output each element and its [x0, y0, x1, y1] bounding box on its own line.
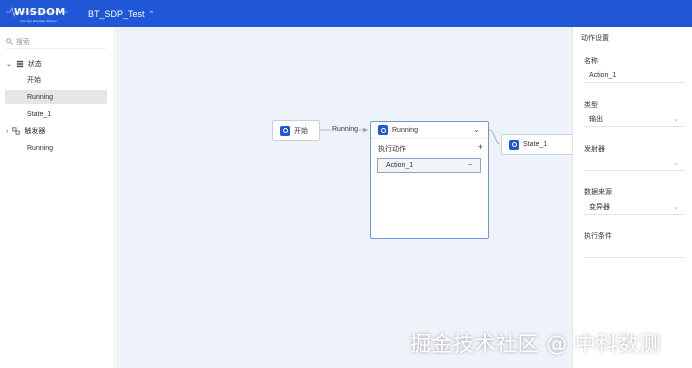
node-state1[interactable]: State_1 — [501, 134, 573, 155]
name-field[interactable]: Action_1 — [584, 68, 685, 83]
type-value: 输出 — [589, 116, 603, 123]
sender-select[interactable]: ⌄ — [584, 156, 685, 171]
node-running-icon — [378, 125, 388, 135]
actions-header: 执行动作 + — [378, 143, 483, 154]
chevron-down-icon: ⌄ — [673, 116, 679, 123]
edge-arrow — [363, 127, 368, 133]
action-item-label: Action_1 — [386, 162, 414, 169]
chevron-down-icon: ⌄ — [673, 160, 679, 167]
datasource-select[interactable]: 变异器 ⌄ — [584, 200, 685, 215]
edge-label[interactable]: Running — [331, 126, 360, 133]
node-start-icon — [280, 125, 290, 136]
action-item[interactable]: Action_1 − — [377, 158, 481, 173]
name-value: Action_1 — [589, 71, 617, 79]
datasource-label: 数据来源 — [584, 189, 612, 196]
node-label: Running — [392, 126, 419, 134]
remove-action-icon[interactable]: − — [468, 162, 472, 169]
type-select[interactable]: 输出 ⌄ — [584, 112, 685, 127]
node-running-header[interactable]: Running ⌄ — [371, 122, 488, 139]
add-action-icon[interactable]: + — [478, 143, 483, 154]
node-state1-icon — [509, 139, 519, 150]
watermark-text: 掘金技术社区 @ 中科数测 — [410, 332, 661, 356]
datasource-value: 变异器 — [589, 204, 610, 211]
condition-label: 执行条件 — [584, 233, 612, 240]
node-running[interactable]: Running ⌄ 执行动作 + Action_1 − — [370, 121, 489, 239]
panel-title: 动作设置 — [581, 35, 609, 42]
edge-running-state1 — [488, 129, 501, 145]
condition-field[interactable] — [584, 243, 685, 258]
action-settings-panel: 动作设置 名称 Action_1 类型 输出 ⌄ 发射器 ⌄ 数据来源 变异器 … — [572, 27, 692, 368]
node-label: State_1 — [523, 141, 548, 148]
sender-label: 发射器 — [584, 146, 605, 153]
type-label: 类型 — [584, 102, 598, 109]
node-start[interactable]: 开始 — [272, 120, 320, 141]
chevron-down-icon[interactable]: ⌄ — [473, 125, 480, 134]
node-label: 开始 — [294, 127, 308, 135]
name-label: 名称 — [584, 58, 598, 65]
actions-label: 执行动作 — [378, 146, 406, 153]
chevron-down-icon: ⌄ — [673, 204, 679, 211]
